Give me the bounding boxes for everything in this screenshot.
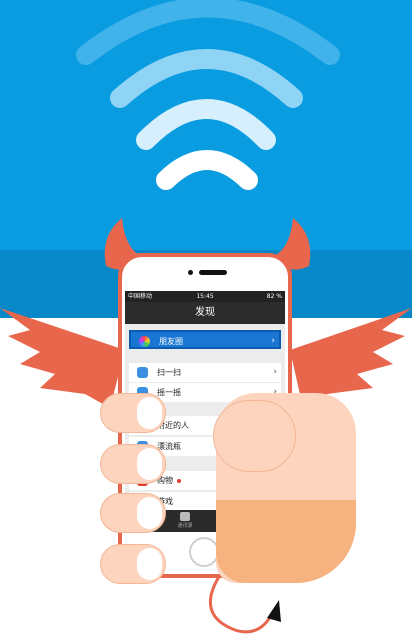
finger-middle [100,444,166,484]
home-button[interactable] [189,537,219,567]
list-item-label: 扫一扫 [157,368,181,377]
chevron-right-icon: › [273,367,277,377]
list-item-scan[interactable]: 扫一扫 › [129,363,281,382]
finger-little [100,544,166,584]
wifi-arc-outer [76,0,340,65]
devil-wing-left [0,308,125,408]
contacts-icon [180,512,190,521]
notification-dot [177,478,181,483]
chevron-right-icon: › [271,336,275,346]
scan-icon [137,367,148,378]
page-title: 发现 [125,302,285,324]
phone-speaker [199,270,227,275]
list-item-moments[interactable]: 朋友圈 › [129,330,281,349]
fingernail [137,548,162,580]
fingernail [137,497,162,529]
finger-ring [100,493,166,533]
devil-wing-right [290,308,412,408]
hand-palm-shadow [216,500,356,583]
phone-camera [188,270,193,275]
moments-icon [139,336,150,347]
clock: 15:45 [196,293,214,300]
battery-label: 82 % [266,293,282,300]
fingernail [137,448,162,480]
wifi-arc-small [156,150,258,190]
fingernail [137,397,162,429]
wifi-arc-large [110,49,303,108]
hand-thumb [213,400,296,472]
tab-contacts[interactable]: 通讯录 [165,512,205,532]
list-item-label: 朋友圈 [159,337,183,346]
finger-index [100,393,166,433]
status-bar: 中国移动 15:45 82 % [125,291,285,302]
wifi-icon [76,0,340,190]
wifi-arc-medium [136,99,276,150]
tab-label: 通讯录 [177,523,193,529]
list-item-label: 摇一摇 [157,388,181,397]
